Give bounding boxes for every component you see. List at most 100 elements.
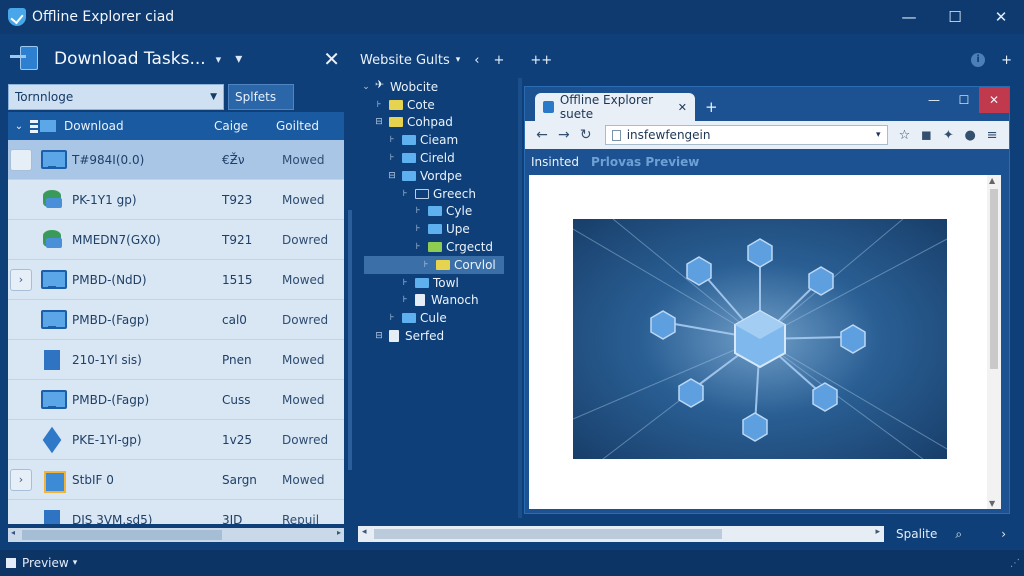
tree-node[interactable]: ⊦ Cote <box>356 96 516 114</box>
browser-maximize-button[interactable]: ☐ <box>949 87 979 113</box>
scroll-right-icon[interactable]: ▸ <box>875 527 880 537</box>
spalite-label[interactable]: Spalite <box>896 527 937 541</box>
row-expander-icon[interactable] <box>10 309 32 331</box>
table-row[interactable]: PK-1Y1 gp) T923 Mowed <box>8 180 344 220</box>
table-row[interactable]: DIS 3VM.sd5) 3JD Repuil <box>8 500 344 524</box>
row-expander-icon[interactable] <box>10 349 32 371</box>
table-row[interactable]: PKE-1Yl-gp) 1v25 Dowred <box>8 420 344 460</box>
scrollbar-thumb[interactable] <box>22 530 222 540</box>
menu-icon[interactable]: ≡ <box>981 128 1003 143</box>
row-expander-icon[interactable] <box>10 229 32 251</box>
scroll-left-icon[interactable]: ◂ <box>11 528 15 537</box>
scrollbar-thumb[interactable] <box>374 529 722 539</box>
browser-tab[interactable]: Offline Explorer suete ✕ <box>535 93 695 121</box>
table-row[interactable]: T#984I(0.0) €Ƶ̌ν Mowed <box>8 140 344 180</box>
next-icon[interactable]: › <box>1001 527 1006 541</box>
website-guide-tab[interactable]: Website Gults ▾ <box>360 53 460 68</box>
add-icon[interactable]: + <box>493 53 504 68</box>
tree-node[interactable]: ⊦ Wanoch <box>356 292 516 310</box>
column-header-size[interactable]: Caige <box>214 119 276 133</box>
tree-node[interactable]: ⊦ Cyle <box>356 203 516 221</box>
tree-expander-icon[interactable]: ⊦ <box>399 295 411 305</box>
panel-close-button[interactable]: ✕ <box>323 47 340 71</box>
back-arrow-icon[interactable]: ← <box>531 127 553 143</box>
table-row[interactable]: MMEDN7(GX0) T921 Dowred <box>8 220 344 260</box>
scroll-up-icon[interactable]: ▲ <box>989 176 995 185</box>
tree-expander-icon[interactable]: ⊦ <box>420 260 432 270</box>
tree-node[interactable]: ⊦ Cieam <box>356 131 516 149</box>
tree-node[interactable]: ⊦ Cireld <box>356 149 516 167</box>
tree-node[interactable]: ⊦ Crgectd <box>356 238 516 256</box>
resize-grip-icon[interactable]: ⋰ <box>1010 558 1020 569</box>
scroll-right-icon[interactable]: ▸ <box>337 528 341 537</box>
left-horizontal-scrollbar[interactable]: ◂ ▸ <box>8 528 344 542</box>
tree-expander-icon[interactable]: ⊦ <box>412 206 424 216</box>
subtab-preview[interactable]: Prlovas Preview <box>591 155 699 169</box>
table-row[interactable]: › StbIF 0 Sargn Mowed <box>8 460 344 500</box>
tree-expander-icon[interactable]: ⊦ <box>399 278 411 288</box>
table-row[interactable]: 210-1Yl sis) Pnen Mowed <box>8 340 344 380</box>
search-icon[interactable]: ⌕ <box>955 527 962 542</box>
scroll-down-icon[interactable]: ▼ <box>989 499 995 508</box>
tree-expander-icon[interactable]: ⊦ <box>412 242 424 252</box>
tree-node[interactable]: ⊟ Cohpad <box>356 114 516 132</box>
tree-expander-icon[interactable]: ⊟ <box>386 171 398 181</box>
back-icon[interactable]: ‹ <box>474 53 479 68</box>
row-expander-icon[interactable] <box>10 389 32 411</box>
reload-icon[interactable]: ↻ <box>575 127 597 143</box>
profile-icon[interactable]: ● <box>959 128 981 143</box>
tree-expander-icon[interactable]: ⊦ <box>386 313 398 323</box>
chevron-down-icon[interactable]: ▾ <box>73 558 78 568</box>
address-bar[interactable]: insfewfengein ▾ <box>604 125 888 145</box>
table-row[interactable]: › PMBD-(NdD) 1515 Mowed <box>8 260 344 300</box>
maximize-button[interactable]: ☐ <box>932 0 978 34</box>
table-row[interactable]: PMBD-(Fagp) Cuss Mowed <box>8 380 344 420</box>
row-expander-icon[interactable]: › <box>10 468 32 491</box>
info-icon[interactable]: i <box>971 52 986 67</box>
new-tab-button[interactable]: + <box>705 98 718 116</box>
status-button[interactable]: Splfets <box>228 84 294 110</box>
close-button[interactable]: ✕ <box>978 0 1024 34</box>
bookmark-star-icon[interactable]: ☆ <box>894 128 916 143</box>
extension-icon[interactable]: ◼ <box>915 128 937 143</box>
filter-select[interactable]: Tornnloge ▼ <box>8 84 224 110</box>
tree-node[interactable]: ⊟ Vordpe <box>356 167 516 185</box>
row-expander-icon[interactable] <box>10 189 32 211</box>
browser-minimize-button[interactable]: — <box>919 87 949 113</box>
subtab-insinted[interactable]: Insinted <box>531 155 579 169</box>
tree-node[interactable]: ⊦ Upe <box>356 220 516 238</box>
more-options-icon[interactable]: ▾ <box>235 51 242 67</box>
minimize-button[interactable]: — <box>886 0 932 34</box>
tree-expander-icon[interactable]: ⊟ <box>373 117 385 127</box>
tree-expander-icon[interactable]: ⊦ <box>386 153 398 163</box>
add-icon[interactable]: + <box>1001 53 1012 68</box>
row-expander-icon[interactable] <box>10 148 32 171</box>
middle-horizontal-scrollbar[interactable]: ◂ ▸ <box>358 526 884 542</box>
tree-node[interactable]: ⊟ Serfed <box>356 327 516 345</box>
preview-label[interactable]: Preview <box>22 556 69 570</box>
tree-node[interactable]: ⊦ Corvlol <box>364 255 504 274</box>
chevron-down-icon[interactable]: ▾ <box>876 130 881 140</box>
panel-splitter[interactable] <box>518 78 522 518</box>
left-vertical-scrollbar[interactable] <box>348 210 352 470</box>
tree-expander-icon[interactable]: ⌄ <box>360 82 372 92</box>
row-expander-icon[interactable] <box>10 429 32 451</box>
tree-expander-icon[interactable]: ⊦ <box>412 224 424 234</box>
tree-node[interactable]: ⊦ Towl <box>356 274 516 292</box>
browser-vertical-scrollbar[interactable]: ▲ ▼ <box>987 175 1001 509</box>
tree-node[interactable]: ⊦ Greech <box>356 185 516 203</box>
scrollbar-thumb[interactable] <box>990 189 998 369</box>
tab-close-icon[interactable]: ✕ <box>678 101 687 114</box>
collapse-caret-icon[interactable]: ⌄ <box>8 121 30 132</box>
tree-expander-icon[interactable]: ⊟ <box>373 331 385 341</box>
tree-expander-icon[interactable]: ⊦ <box>386 135 398 145</box>
tree-expander-icon[interactable]: ⊦ <box>399 189 411 199</box>
table-row[interactable]: PMBD-(Fagp) cal0 Dowred <box>8 300 344 340</box>
column-header-name[interactable]: Download <box>64 119 214 133</box>
tree-expander-icon[interactable]: ⊦ <box>373 100 385 110</box>
row-expander-icon[interactable]: › <box>10 268 32 291</box>
scroll-left-icon[interactable]: ◂ <box>362 527 367 537</box>
sparkle-icon[interactable]: ✦ <box>937 128 959 143</box>
tree-node[interactable]: ⌄ Wobcite <box>356 78 516 96</box>
row-expander-icon[interactable] <box>10 509 32 525</box>
